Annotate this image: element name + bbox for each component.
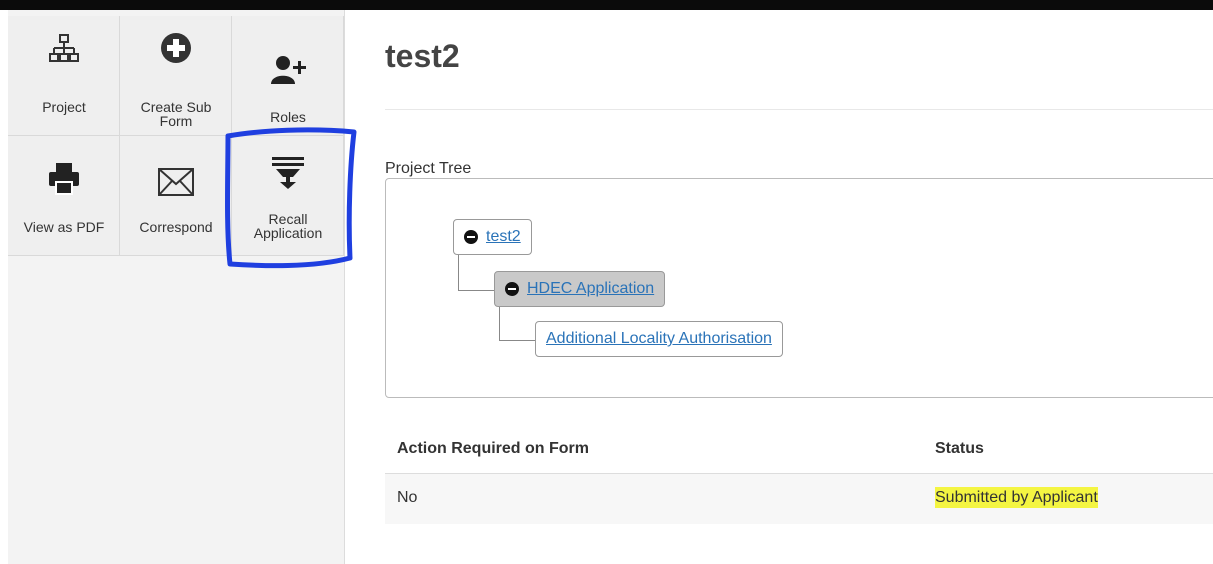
project-tree-label: Project Tree [385, 160, 472, 177]
view-as-pdf-button[interactable]: View as PDF [8, 136, 120, 256]
tree-connector [458, 249, 459, 291]
table-row: No Submitted by Applicant [385, 473, 1213, 524]
create-sub-form-button[interactable]: Create Sub Form [120, 16, 232, 136]
tree-link-grandchild[interactable]: Additional Locality Authorisation [546, 330, 772, 348]
tree-connector [458, 290, 494, 291]
divider [385, 109, 1213, 110]
tree-connector [499, 305, 500, 341]
project-label: Project [42, 99, 86, 115]
top-bar [0, 0, 1213, 10]
correspond-button[interactable]: Correspond [120, 136, 232, 256]
roles-label: Roles [270, 109, 306, 125]
annotation-outline [225, 127, 357, 269]
view-as-pdf-label: View as PDF [23, 219, 105, 235]
correspond-label: Correspond [139, 219, 213, 235]
tree-link-child[interactable]: HDEC Application [527, 280, 654, 298]
project-button[interactable]: Project [8, 16, 120, 136]
tree-node-root: test2 [453, 219, 532, 255]
tree-connector [499, 340, 535, 341]
tree-node-grandchild: Additional Locality Authorisation [535, 321, 783, 357]
page-title: test2 [385, 38, 460, 74]
column-header: Action Required on Form [397, 440, 589, 457]
envelope-icon [120, 168, 232, 196]
tree-link-root[interactable]: test2 [486, 228, 521, 246]
add-user-icon [232, 54, 344, 86]
main-content: test2 Project Tree test2 HDEC Applicatio… [385, 10, 1213, 564]
tree-node-child: HDEC Application [494, 271, 666, 307]
printer-icon [8, 162, 120, 196]
table-cell: No [397, 489, 418, 506]
create-sub-form-label: Create Sub Form [140, 99, 212, 129]
plus-circle-icon [120, 32, 232, 64]
collapse-icon[interactable] [505, 282, 519, 296]
roles-button[interactable]: Roles [232, 16, 344, 136]
collapse-icon[interactable] [464, 230, 478, 244]
sitemap-icon [8, 34, 120, 64]
project-tree: test2 HDEC Application Additional Locali… [385, 178, 1213, 398]
column-header: Status [935, 440, 984, 457]
sidebar: Project Create Sub Form Roles View as PD… [8, 10, 345, 564]
status-value: Submitted by Applicant [935, 487, 1098, 508]
